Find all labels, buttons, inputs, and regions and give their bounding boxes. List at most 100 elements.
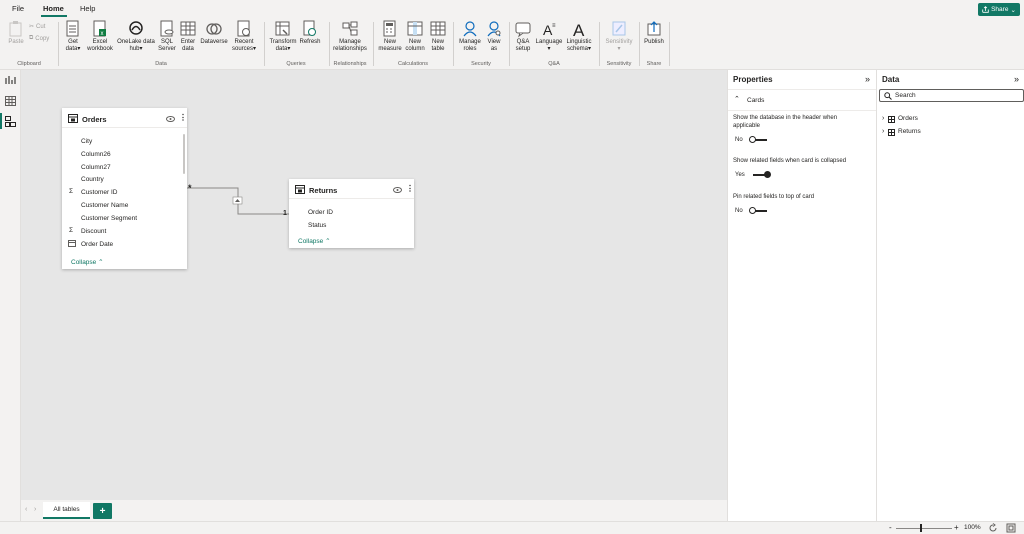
field-item[interactable]: Order ID [308, 209, 333, 216]
dataverse-button[interactable]: Dataverse [199, 20, 229, 46]
transform-data-button[interactable]: Transform data▾ [268, 20, 298, 53]
table-icon [295, 185, 305, 194]
scroll-left-icon[interactable]: ‹ [25, 506, 27, 513]
scroll-right-icon[interactable]: › [34, 506, 36, 513]
chevron-right-icon[interactable]: › [882, 128, 884, 135]
table-card-orders[interactable]: Orders ⋮ City Column26 Column27 Country … [62, 108, 187, 269]
menu-bar: File Home Help Share ⌄ [0, 0, 1024, 18]
field-item[interactable]: Customer Segment [81, 215, 137, 222]
ribbon-separator [599, 22, 600, 66]
reset-zoom-icon[interactable] [988, 523, 998, 533]
qa-setup-label-2: setup [515, 46, 531, 52]
visibility-eye-icon[interactable] [166, 116, 175, 122]
user-roles-icon [463, 21, 477, 37]
field-item[interactable]: City [81, 138, 92, 145]
field-item[interactable]: Customer ID [81, 189, 117, 196]
copy-button[interactable]: ⧉ Copy [29, 35, 49, 42]
zoom-level[interactable]: 100% [964, 524, 981, 531]
new-measure-button[interactable]: New measure [377, 20, 403, 53]
field-item[interactable]: Order Date [81, 241, 113, 248]
refresh-button[interactable]: Refresh [298, 20, 322, 46]
manage-roles-button[interactable]: Manage roles [457, 20, 483, 53]
ribbon-separator [453, 22, 454, 66]
ribbon-separator [58, 22, 59, 66]
new-column-button[interactable]: New column [404, 20, 426, 53]
chevron-down-icon: ▾ [77, 46, 81, 52]
zoom-slider-thumb[interactable] [920, 524, 922, 532]
table-card-returns[interactable]: Returns ⋮ Order ID Status Collapse ⌃ [289, 179, 414, 248]
section-cards[interactable]: Cards [747, 97, 764, 104]
field-item[interactable]: Customer Name [81, 202, 128, 209]
field-item[interactable]: Column27 [81, 164, 111, 171]
more-options-icon[interactable]: ⋮ [406, 184, 414, 193]
enter-data-button[interactable]: Enter data [178, 20, 198, 53]
publish-button[interactable]: Publish [642, 20, 666, 46]
group-share: Share [646, 61, 662, 67]
visibility-eye-icon[interactable] [393, 187, 402, 193]
group-data: Data [155, 61, 167, 67]
get-data-button[interactable]: Get data▾ [62, 20, 84, 53]
ribbon-separator [639, 22, 640, 66]
view-as-button[interactable]: View as [484, 20, 504, 53]
qa-setup-button[interactable]: Q&A setup [512, 20, 534, 53]
scrollbar-thumb[interactable] [183, 134, 185, 174]
onelake-data-hub-button[interactable]: OneLake data hub▾ [116, 20, 156, 53]
new-column-label-2: column [405, 46, 425, 52]
zoom-in-button[interactable]: + [954, 523, 959, 532]
group-security: Security [471, 61, 491, 67]
dataverse-label: Dataverse [200, 39, 228, 45]
linguistic-schema-button[interactable]: A Linguistic schema▾ [564, 20, 594, 53]
get-data-label: Get [68, 39, 78, 45]
report-view-icon[interactable] [5, 75, 16, 85]
sensitivity-button[interactable]: Sensitivity ▾ [602, 20, 636, 53]
menu-tab-help[interactable]: Help [80, 4, 95, 13]
onelake-icon [129, 21, 143, 35]
new-table-button[interactable]: New table [428, 20, 448, 53]
share-button[interactable]: Share ⌄ [978, 3, 1020, 16]
search-box[interactable]: Search [879, 89, 1024, 102]
menu-tab-file[interactable]: File [12, 4, 24, 13]
table-view-icon[interactable] [5, 96, 16, 106]
tab-all-tables[interactable]: All tables [43, 502, 90, 519]
add-layout-button[interactable]: + [93, 503, 112, 519]
linguistic-label-2: schema [566, 46, 588, 52]
excel-label: Excel [92, 39, 108, 45]
chevron-down-icon: ⌄ [1010, 6, 1016, 14]
manage-relationships-button[interactable]: Manage relationships [331, 20, 369, 53]
enter-label: Enter [180, 39, 196, 45]
collapse-pane-icon[interactable]: » [865, 74, 870, 84]
model-canvas[interactable]: * 1 Orders ⋮ City Column26 Column27 Coun… [21, 70, 727, 500]
field-item[interactable]: Status [308, 222, 326, 229]
chevron-right-icon[interactable]: › [882, 115, 884, 122]
zoom-slider-track[interactable] [896, 528, 952, 529]
table-name: Orders [898, 115, 918, 122]
field-item[interactable]: Column26 [81, 151, 111, 158]
more-options-icon[interactable]: ⋮ [179, 113, 187, 122]
fit-to-page-icon[interactable] [1006, 523, 1016, 533]
field-item[interactable]: Discount [81, 228, 106, 235]
properties-pane: Properties » ⌃ Cards Show the database i… [727, 70, 877, 521]
view-as-label-2: as [490, 46, 498, 52]
sql-server-button[interactable]: SQL Server [157, 20, 177, 53]
recent-sources-button[interactable]: Recent sources▾ [230, 20, 258, 53]
status-bar: - + 100% [0, 521, 1024, 534]
menu-tab-home[interactable]: Home [43, 4, 64, 13]
option-related-fields-value: Yes [735, 172, 745, 178]
collapse-pane-icon[interactable]: » [1014, 74, 1019, 84]
field-item[interactable]: Country [81, 176, 104, 183]
chevron-down-icon: ▾ [588, 46, 592, 52]
collapse-link[interactable]: Collapse ⌃ [71, 258, 104, 266]
paste-button[interactable]: Paste [6, 20, 26, 46]
collapse-link[interactable]: Collapse ⌃ [298, 237, 331, 245]
language-button[interactable]: A ≡ Language ▾ [535, 20, 563, 53]
language-icon: A ≡ [543, 22, 556, 38]
cut-button[interactable]: ✂ Cut [29, 23, 46, 31]
chevron-up-icon[interactable]: ⌃ [734, 95, 740, 103]
cut-label: Cut [36, 23, 46, 30]
zoom-out-button[interactable]: - [889, 523, 892, 532]
sql-label: SQL [160, 39, 173, 45]
transform-label-2: data [275, 46, 288, 52]
dataverse-icon [206, 23, 222, 35]
excel-workbook-button[interactable]: x Excel workbook [85, 20, 115, 53]
model-view-icon[interactable] [5, 116, 16, 127]
